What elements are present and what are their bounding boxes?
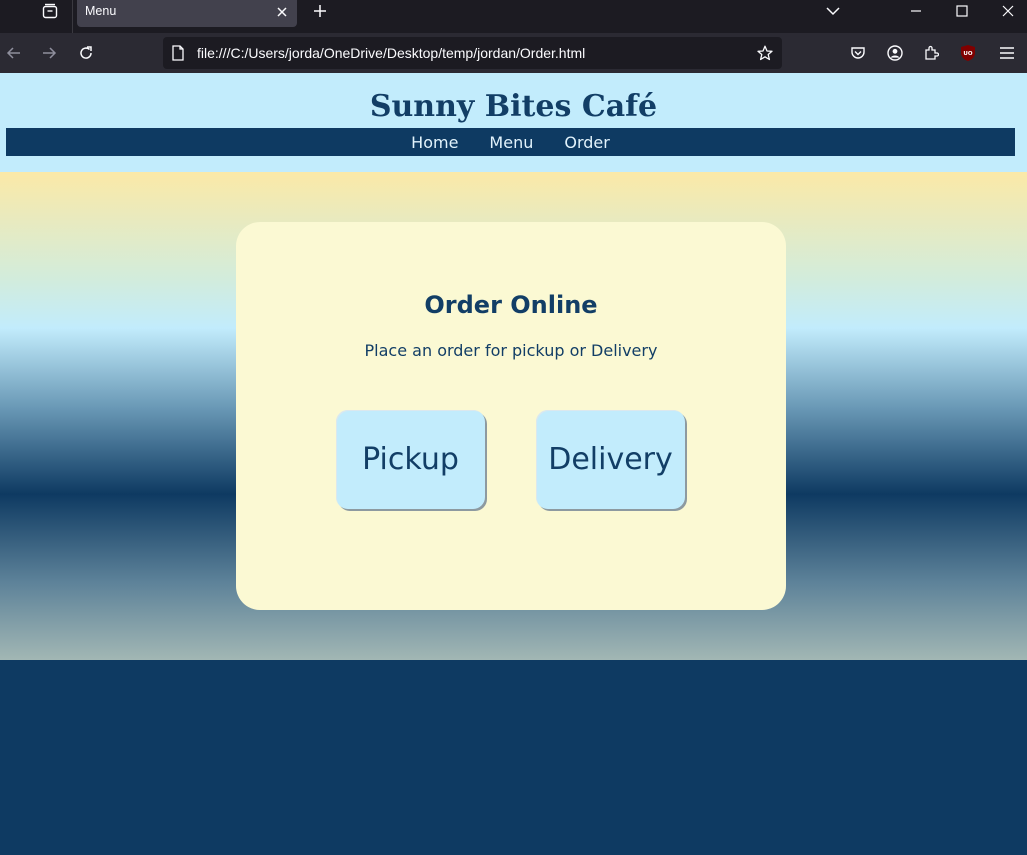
order-heading: Order Online bbox=[424, 291, 598, 319]
window-close-icon[interactable] bbox=[993, 0, 1023, 22]
hamburger-menu-icon[interactable] bbox=[996, 42, 1018, 64]
account-icon[interactable] bbox=[884, 42, 906, 64]
page-icon bbox=[171, 45, 185, 61]
site-nav: Home Menu Order bbox=[6, 128, 1015, 156]
chevron-down-icon[interactable] bbox=[818, 0, 848, 22]
collections-icon[interactable] bbox=[38, 0, 62, 22]
ublock-icon[interactable]: UO bbox=[957, 42, 979, 64]
nav-link-menu[interactable]: Menu bbox=[489, 133, 533, 152]
site-title: Sunny Bites Café bbox=[369, 89, 658, 124]
order-card: Order Online Place an order for pickup o… bbox=[236, 222, 786, 610]
url-text[interactable]: file:///C:/Users/jorda/OneDrive/Desktop/… bbox=[197, 45, 585, 61]
tab-menu[interactable]: Menu bbox=[77, 0, 297, 27]
site-header: Sunny Bites Café Home Menu Order bbox=[0, 73, 1027, 172]
order-description: Place an order for pickup or Delivery bbox=[364, 341, 658, 360]
back-arrow-icon[interactable] bbox=[3, 42, 25, 64]
extensions-icon[interactable] bbox=[920, 42, 942, 64]
nav-link-home[interactable]: Home bbox=[411, 133, 458, 152]
delivery-button[interactable]: Delivery bbox=[536, 410, 685, 509]
url-bar[interactable]: file:///C:/Users/jorda/OneDrive/Desktop/… bbox=[163, 37, 782, 69]
star-icon[interactable] bbox=[754, 42, 776, 64]
minimize-icon[interactable] bbox=[901, 0, 931, 22]
tab-title: Menu bbox=[85, 4, 117, 18]
nav-link-order[interactable]: Order bbox=[564, 133, 609, 152]
forward-arrow-icon[interactable] bbox=[38, 42, 60, 64]
pocket-icon[interactable] bbox=[847, 42, 869, 64]
tab-separator bbox=[72, 0, 73, 33]
pickup-button[interactable]: Pickup bbox=[336, 410, 485, 509]
hero-section: Order Online Place an order for pickup o… bbox=[0, 172, 1027, 660]
reload-icon[interactable] bbox=[75, 42, 97, 64]
ublock-label: UO bbox=[963, 51, 972, 57]
page-content: Sunny Bites Café Home Menu Order Order O… bbox=[0, 73, 1027, 855]
navigation-toolbar: file:///C:/Users/jorda/OneDrive/Desktop/… bbox=[0, 33, 1027, 73]
maximize-icon[interactable] bbox=[947, 0, 977, 22]
plus-icon[interactable] bbox=[309, 0, 331, 22]
close-icon[interactable] bbox=[273, 3, 291, 21]
tab-strip: Menu bbox=[0, 0, 1027, 33]
